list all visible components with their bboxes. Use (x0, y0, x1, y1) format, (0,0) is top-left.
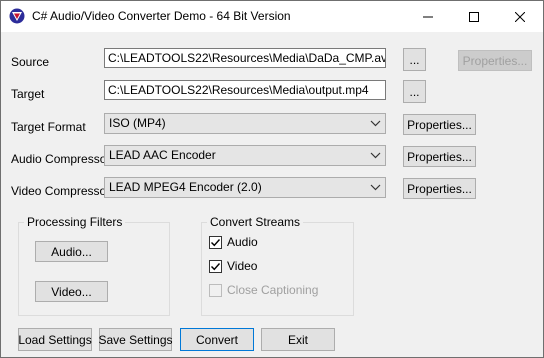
close-captioning-label: Close Captioning (227, 283, 319, 297)
minimize-icon (423, 16, 433, 17)
title-bar: C# Audio/Video Converter Demo - 64 Bit V… (1, 1, 543, 32)
audio-stream-label: Audio (227, 235, 258, 249)
convert-button[interactable]: Convert (180, 328, 254, 351)
source-properties-button[interactable]: Properties... (458, 50, 532, 71)
target-format-properties-button[interactable]: Properties... (403, 114, 476, 135)
video-stream-label: Video (227, 259, 258, 273)
close-icon (515, 11, 525, 22)
target-browse-button[interactable]: ... (403, 80, 426, 103)
video-stream-checkbox[interactable] (209, 260, 222, 273)
video-compressor-select[interactable]: LEAD MPEG4 Encoder (2.0) (104, 177, 386, 198)
video-filters-button[interactable]: Video... (35, 281, 108, 302)
chevron-down-icon (370, 120, 381, 127)
checkmark-icon (211, 263, 221, 271)
chevron-down-icon (370, 184, 381, 191)
window-title: C# Audio/Video Converter Demo - 64 Bit V… (32, 9, 291, 23)
audio-compressor-select[interactable]: LEAD AAC Encoder (104, 145, 386, 166)
maximize-button[interactable] (451, 1, 497, 32)
exit-button[interactable]: Exit (261, 328, 335, 351)
converter-window: C# Audio/Video Converter Demo - 64 Bit V… (0, 0, 544, 358)
target-path-field[interactable]: C:\LEADTOOLS22\Resources\Media\output.mp… (104, 80, 386, 100)
close-captioning-checkbox[interactable] (209, 284, 222, 297)
processing-filters-title: Processing Filters (24, 215, 126, 229)
video-compressor-properties-button[interactable]: Properties... (403, 178, 476, 199)
audio-filters-button[interactable]: Audio... (35, 241, 108, 262)
audio-stream-checkbox[interactable] (209, 236, 222, 249)
app-logo-icon (9, 8, 25, 24)
audio-compressor-properties-button[interactable]: Properties... (403, 146, 476, 167)
close-button[interactable] (497, 1, 543, 32)
audio-compressor-label: Audio Compressor (11, 152, 111, 166)
checkmark-icon (211, 239, 221, 247)
source-browse-button[interactable]: ... (403, 48, 426, 71)
target-format-label: Target Format (11, 120, 86, 134)
maximize-icon (469, 11, 479, 22)
convert-streams-group (201, 222, 354, 316)
minimize-button[interactable] (405, 1, 451, 32)
source-label: Source (11, 55, 50, 69)
target-format-select[interactable]: ISO (MP4) (104, 113, 386, 134)
video-compressor-label: Video Compressor (11, 184, 111, 198)
save-settings-button[interactable]: Save Settings (98, 328, 173, 351)
chevron-down-icon (370, 152, 381, 159)
load-settings-button[interactable]: Load Settings (18, 328, 92, 351)
target-format-value: ISO (MP4) (109, 116, 166, 130)
convert-streams-title: Convert Streams (207, 215, 304, 229)
video-compressor-value: LEAD MPEG4 Encoder (2.0) (109, 180, 262, 194)
target-label: Target (11, 87, 45, 101)
audio-compressor-value: LEAD AAC Encoder (109, 148, 216, 162)
source-path-field[interactable]: C:\LEADTOOLS22\Resources\Media\DaDa_CMP.… (104, 48, 386, 68)
